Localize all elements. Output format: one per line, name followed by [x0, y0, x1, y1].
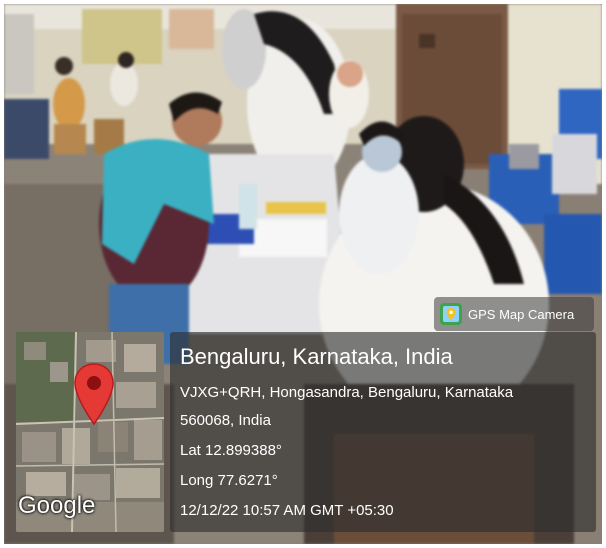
location-info-panel: Bengaluru, Karnataka, India VJXG+QRH, Ho… [170, 332, 596, 532]
longitude-readout: Long 77.6271° [180, 472, 278, 489]
address-line-2: 560068, India [180, 412, 271, 429]
google-logo: Google [18, 492, 96, 519]
map-thumbnail: Google [16, 332, 164, 532]
photo-frame: GPS Map Camera Google Bengaluru, Karnata… [4, 4, 602, 544]
gps-map-camera-icon [440, 303, 462, 325]
latitude-readout: Lat 12.899388° [180, 442, 282, 459]
map-pin-icon [74, 363, 114, 426]
timestamp-readout: 12/12/22 10:57 AM GMT +05:30 [180, 502, 394, 519]
gps-map-camera-label: GPS Map Camera [468, 306, 575, 322]
location-title: Bengaluru, Karnataka, India [180, 344, 453, 369]
address-line-1: VJXG+QRH, Hongasandra, Bengaluru, Karnat… [180, 384, 514, 401]
gps-map-camera-badge: GPS Map Camera [434, 297, 594, 331]
